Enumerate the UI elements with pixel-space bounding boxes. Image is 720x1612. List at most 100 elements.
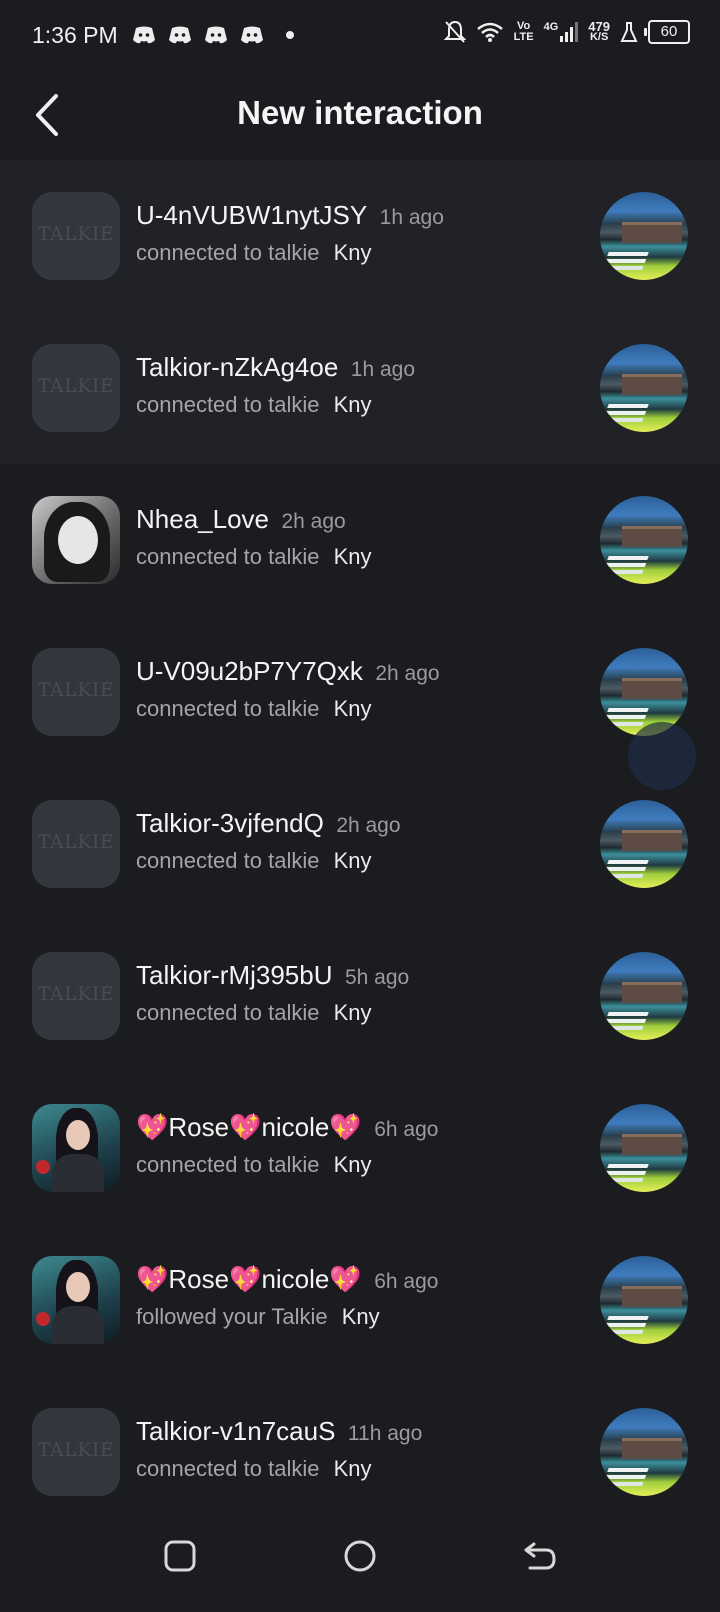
talkie-thumbnail[interactable] bbox=[600, 496, 688, 584]
discord-icon bbox=[169, 26, 191, 44]
talkie-name[interactable]: Kny bbox=[334, 240, 372, 265]
header: New interaction bbox=[0, 72, 720, 160]
action-line: connected to talkie Kny bbox=[136, 696, 372, 722]
action-text: connected to talkie bbox=[136, 240, 320, 265]
action-line: connected to talkie Kny bbox=[136, 1000, 372, 1026]
time-ago: 6h ago bbox=[374, 1270, 439, 1293]
home-circle-icon[interactable] bbox=[340, 1536, 380, 1576]
user-avatar[interactable]: TALKIE bbox=[32, 952, 120, 1040]
battery-indicator: 60 bbox=[644, 20, 690, 44]
action-text: connected to talkie bbox=[136, 1000, 320, 1025]
recents-square-icon[interactable] bbox=[160, 1536, 200, 1576]
username[interactable]: Talkior-3vjfendQ bbox=[136, 808, 324, 838]
talkie-thumbnail[interactable] bbox=[600, 952, 688, 1040]
user-avatar[interactable]: TALKIE bbox=[32, 344, 120, 432]
username[interactable]: U-4nVUBW1nytJSY bbox=[136, 200, 367, 230]
user-avatar[interactable]: TALKIE bbox=[32, 1408, 120, 1496]
username[interactable]: Nhea_Love bbox=[136, 504, 269, 534]
talkie-name[interactable]: Kny bbox=[334, 1152, 372, 1177]
talkie-thumbnail[interactable] bbox=[600, 344, 688, 432]
talkie-logo: TALKIE bbox=[37, 375, 115, 397]
interaction-row[interactable]: 💖Rose💖nicole💖 6h ago followed your Talki… bbox=[0, 1224, 720, 1376]
name-line: 💖Rose💖nicole💖 6h ago bbox=[136, 1112, 438, 1143]
time-ago: 2h ago bbox=[281, 510, 346, 533]
talkie-thumbnail[interactable] bbox=[600, 1408, 688, 1496]
talkie-name[interactable]: Kny bbox=[334, 1000, 372, 1025]
action-text: followed your Talkie bbox=[136, 1304, 328, 1329]
discord-icon bbox=[205, 26, 227, 44]
action-text: connected to talkie bbox=[136, 1456, 320, 1481]
action-line: connected to talkie Kny bbox=[136, 392, 372, 418]
action-text: connected to talkie bbox=[136, 696, 320, 721]
flask-icon bbox=[620, 22, 638, 42]
volte-indicator: Vo LTE bbox=[513, 20, 534, 43]
name-line: Talkior-nZkAg4oe 1h ago bbox=[136, 352, 415, 383]
username[interactable]: Talkior-v1n7cauS bbox=[136, 1416, 335, 1446]
talkie-name[interactable]: Kny bbox=[334, 392, 372, 417]
interaction-row[interactable]: TALKIE Talkior-3vjfendQ 2h ago connected… bbox=[0, 768, 720, 920]
talkie-logo: TALKIE bbox=[37, 1439, 115, 1461]
talkie-name[interactable]: Kny bbox=[334, 848, 372, 873]
status-time: 1:36 PM bbox=[32, 22, 118, 48]
user-avatar[interactable]: TALKIE bbox=[32, 648, 120, 736]
user-avatar[interactable]: TALKIE bbox=[32, 192, 120, 280]
interaction-list: TALKIE U-4nVUBW1nytJSY 1h ago connected … bbox=[0, 160, 720, 1528]
interaction-row[interactable]: TALKIE Talkior-nZkAg4oe 1h ago connected… bbox=[0, 312, 720, 464]
name-line: Talkior-3vjfendQ 2h ago bbox=[136, 808, 401, 839]
talkie-thumbnail[interactable] bbox=[600, 192, 688, 280]
signal-indicator: 4G bbox=[544, 22, 579, 42]
discord-icon bbox=[133, 26, 155, 44]
username[interactable]: 💖Rose💖nicole💖 bbox=[136, 1264, 362, 1294]
talkie-name[interactable]: Kny bbox=[342, 1304, 380, 1329]
net-speed: 479 K/S bbox=[588, 19, 610, 43]
action-text: connected to talkie bbox=[136, 392, 320, 417]
user-avatar[interactable]: TALKIE bbox=[32, 800, 120, 888]
notification-icons bbox=[132, 24, 294, 46]
status-bar: 1:36 PM Vo LTE 4G 479 K/S 60 bbox=[0, 0, 720, 72]
system-nav-bar bbox=[0, 1504, 720, 1612]
time-ago: 11h ago bbox=[347, 1422, 423, 1445]
talkie-thumbnail[interactable] bbox=[600, 1256, 688, 1344]
name-line: U-4nVUBW1nytJSY 1h ago bbox=[136, 200, 444, 231]
status-indicators: Vo LTE 4G 479 K/S 60 bbox=[443, 19, 690, 44]
talkie-thumbnail[interactable] bbox=[600, 648, 688, 736]
action-line: connected to talkie Kny bbox=[136, 240, 372, 266]
user-avatar[interactable] bbox=[32, 496, 120, 584]
interaction-row[interactable]: Nhea_Love 2h ago connected to talkie Kny bbox=[0, 464, 720, 616]
username[interactable]: U-V09u2bP7Y7Qxk bbox=[136, 656, 363, 686]
username[interactable]: Talkior-nZkAg4oe bbox=[136, 352, 338, 382]
interaction-row[interactable]: TALKIE U-V09u2bP7Y7Qxk 2h ago connected … bbox=[0, 616, 720, 768]
time-ago: 6h ago bbox=[374, 1118, 439, 1141]
talkie-logo: TALKIE bbox=[37, 983, 115, 1005]
name-line: Nhea_Love 2h ago bbox=[136, 504, 346, 535]
floating-bubble[interactable] bbox=[628, 722, 696, 790]
talkie-thumbnail[interactable] bbox=[600, 800, 688, 888]
interaction-row[interactable]: TALKIE U-4nVUBW1nytJSY 1h ago connected … bbox=[0, 160, 720, 312]
discord-icon bbox=[241, 26, 263, 44]
user-avatar[interactable] bbox=[32, 1104, 120, 1192]
talkie-name[interactable]: Kny bbox=[334, 544, 372, 569]
username[interactable]: Talkior-rMj395bU bbox=[136, 960, 333, 990]
back-gesture-icon[interactable] bbox=[520, 1536, 560, 1576]
user-avatar[interactable] bbox=[32, 1256, 120, 1344]
name-line: U-V09u2bP7Y7Qxk 2h ago bbox=[136, 656, 440, 687]
username[interactable]: 💖Rose💖nicole💖 bbox=[136, 1112, 362, 1142]
action-line: connected to talkie Kny bbox=[136, 848, 372, 874]
time-ago: 2h ago bbox=[375, 662, 440, 685]
talkie-thumbnail[interactable] bbox=[600, 1104, 688, 1192]
time-ago: 1h ago bbox=[379, 206, 444, 229]
talkie-name[interactable]: Kny bbox=[334, 696, 372, 721]
time-ago: 5h ago bbox=[344, 966, 410, 989]
interaction-row[interactable]: TALKIE Talkior-rMj395bU 5h ago connected… bbox=[0, 920, 720, 1072]
bell-off-icon bbox=[443, 20, 466, 43]
action-line: connected to talkie Kny bbox=[136, 1456, 372, 1482]
interaction-row[interactable]: 💖Rose💖nicole💖 6h ago connected to talkie… bbox=[0, 1072, 720, 1224]
talkie-name[interactable]: Kny bbox=[334, 1456, 372, 1481]
action-line: followed your Talkie Kny bbox=[136, 1304, 380, 1330]
page-title: New interaction bbox=[237, 94, 483, 131]
name-line: Talkior-rMj395bU 5h ago bbox=[136, 960, 409, 991]
action-text: connected to talkie bbox=[136, 544, 320, 569]
talkie-logo: TALKIE bbox=[37, 679, 115, 701]
name-line: Talkior-v1n7cauS 11h ago bbox=[136, 1416, 422, 1447]
action-line: connected to talkie Kny bbox=[136, 544, 372, 570]
